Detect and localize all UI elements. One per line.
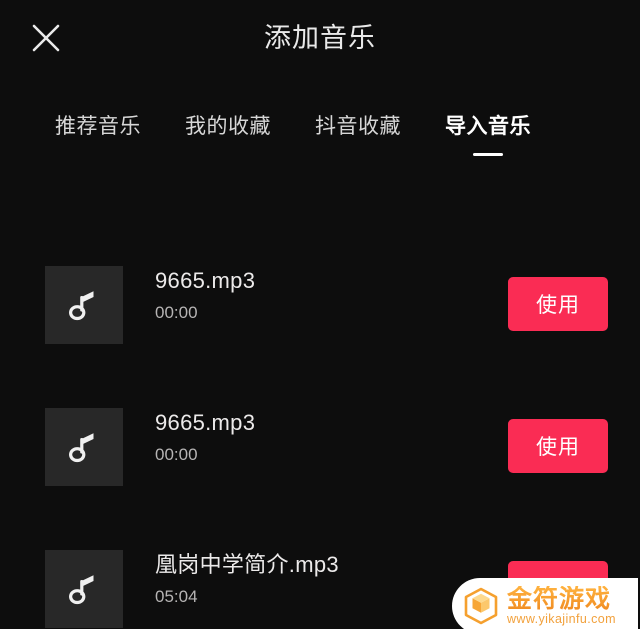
music-title: 9665.mp3 [155,410,256,435]
music-title: 9665.mp3 [155,268,256,293]
music-info: 9665.mp3 00:00 [155,408,495,466]
header-bar: 添加音乐 [0,0,640,78]
music-note-icon [69,572,99,606]
music-note-icon [69,430,99,464]
music-thumbnail [45,266,123,344]
tab-label: 导入音乐 [445,115,531,138]
watermark-url: www.yikajinfu.com [507,611,616,626]
music-info: 凰岗中学简介.mp3 05:04 [155,550,495,608]
add-music-screen: 添加音乐 推荐音乐 我的收藏 抖音收藏 导入音乐 9665.mp3 00:00 … [0,0,640,629]
tab-douyin-favorites[interactable]: 抖音收藏 [315,112,401,142]
cube-icon [462,586,500,626]
music-duration: 05:04 [155,587,198,606]
tab-my-favorites[interactable]: 我的收藏 [185,112,271,142]
tab-label: 推荐音乐 [55,115,141,138]
tab-active-underline [473,153,503,156]
watermark-text: 金符游戏 www.yikajinfu.com [507,586,616,627]
music-thumbnail [45,408,123,486]
list-item[interactable]: 9665.mp3 00:00 使用 [0,230,640,372]
tab-recommended-music[interactable]: 推荐音乐 [55,112,141,142]
music-title: 凰岗中学简介.mp3 [155,552,339,577]
music-info: 9665.mp3 00:00 [155,266,495,324]
list-item[interactable]: 9665.mp3 00:00 使用 [0,372,640,514]
use-button[interactable]: 使用 [508,419,608,473]
tab-bar: 推荐音乐 我的收藏 抖音收藏 导入音乐 [0,112,640,168]
music-thumbnail [45,550,123,628]
use-button[interactable]: 使用 [508,277,608,331]
watermark-brand: 金符游戏 [507,586,616,612]
tab-import-music[interactable]: 导入音乐 [445,112,531,156]
music-duration: 00:00 [155,303,198,322]
tab-label: 抖音收藏 [315,115,401,138]
page-title: 添加音乐 [264,23,376,53]
tab-label: 我的收藏 [185,115,271,138]
music-duration: 00:00 [155,445,198,464]
music-note-icon [69,288,99,322]
watermark-overlay: 金符游戏 www.yikajinfu.com [452,578,638,629]
music-list: 9665.mp3 00:00 使用 9665.mp3 00:00 使用 凰岗中学… [0,230,640,629]
